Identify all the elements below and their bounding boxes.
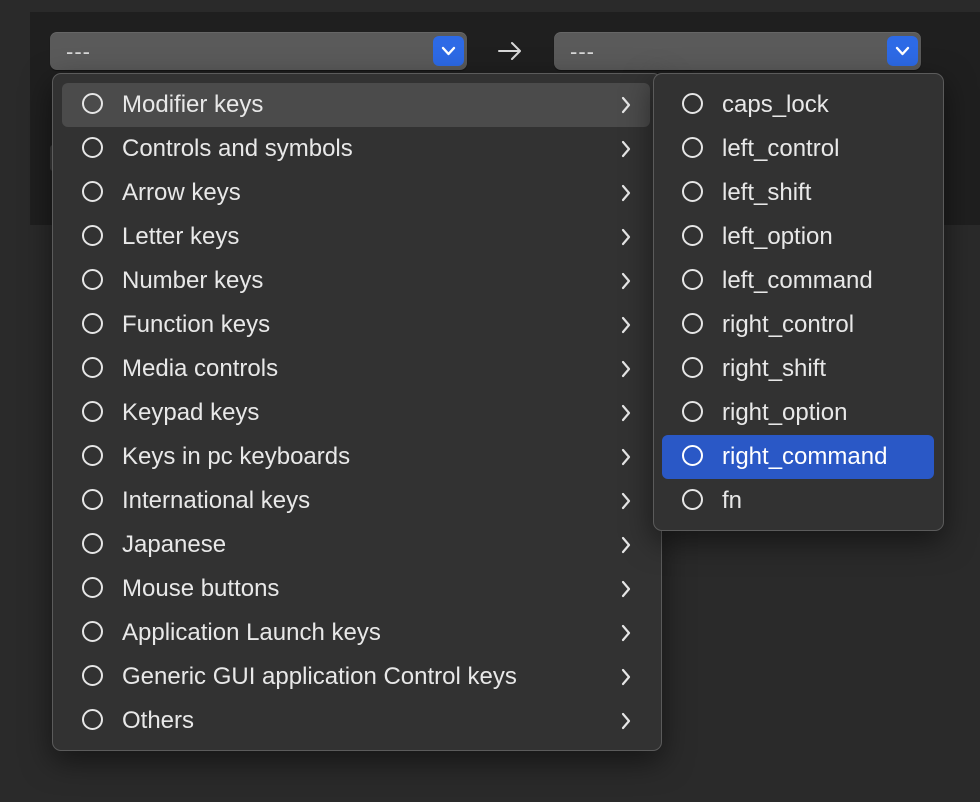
menu-item-label: Arrow keys xyxy=(122,179,241,206)
radio-icon xyxy=(82,137,103,158)
radio-icon xyxy=(682,445,703,466)
chevron-right-icon xyxy=(620,360,632,383)
chevron-right-icon xyxy=(620,404,632,427)
from-key-value: --- xyxy=(66,39,91,64)
radio-icon xyxy=(82,533,103,554)
radio-icon xyxy=(682,93,703,114)
chevron-right-icon xyxy=(620,96,632,119)
menu-item-keys-in-pc-keyboards[interactable]: Keys in pc keyboards xyxy=(62,435,650,479)
chevron-right-icon xyxy=(620,184,632,207)
menu-item-modifier-keys[interactable]: Modifier keys xyxy=(62,83,650,127)
radio-icon xyxy=(82,665,103,686)
radio-icon xyxy=(82,181,103,202)
menu-item-application-launch-keys[interactable]: Application Launch keys xyxy=(62,611,650,655)
submenu-item-label: left_option xyxy=(722,223,833,250)
radio-icon xyxy=(82,269,103,290)
chevron-right-icon xyxy=(620,580,632,603)
menu-item-label: Keypad keys xyxy=(122,399,260,426)
radio-icon xyxy=(82,401,103,422)
menu-item-label: Function keys xyxy=(122,311,271,338)
arrow-right-icon xyxy=(495,37,525,70)
chevron-right-icon xyxy=(620,316,632,339)
menu-item-others[interactable]: Others xyxy=(62,699,650,743)
chevron-right-icon xyxy=(620,140,632,163)
menu-item-japanese[interactable]: Japanese xyxy=(62,523,650,567)
to-key-value: --- xyxy=(570,39,595,64)
chevron-right-icon xyxy=(620,712,632,735)
menu-item-label: Application Launch keys xyxy=(122,619,381,646)
radio-icon xyxy=(82,357,103,378)
menu-item-label: Modifier keys xyxy=(122,91,264,118)
menu-item-label: Letter keys xyxy=(122,223,240,250)
radio-icon xyxy=(682,225,703,246)
submenu-item-left-command[interactable]: left_command xyxy=(662,259,934,303)
menu-item-keypad-keys[interactable]: Keypad keys xyxy=(62,391,650,435)
submenu-item-label: caps_lock xyxy=(722,91,829,118)
submenu-item-right-shift[interactable]: right_shift xyxy=(662,347,934,391)
chevron-right-icon xyxy=(620,448,632,471)
menu-item-controls-and-symbols[interactable]: Controls and symbols xyxy=(62,127,650,171)
menu-item-international-keys[interactable]: International keys xyxy=(62,479,650,523)
from-key-select[interactable]: --- xyxy=(50,32,467,70)
chevron-right-icon xyxy=(620,492,632,515)
submenu-item-label: fn xyxy=(722,487,743,514)
menu-item-label: Mouse buttons xyxy=(122,575,280,602)
modifier-keys-submenu: caps_lock left_control left_shift left_o… xyxy=(653,73,944,531)
chevron-down-icon[interactable] xyxy=(433,36,464,66)
radio-icon xyxy=(82,577,103,598)
submenu-item-left-option[interactable]: left_option xyxy=(662,215,934,259)
submenu-item-caps-lock[interactable]: caps_lock xyxy=(662,83,934,127)
menu-item-label: Japanese xyxy=(122,531,227,558)
radio-icon xyxy=(82,225,103,246)
submenu-item-label: right_command xyxy=(722,443,888,470)
menu-item-label: International keys xyxy=(122,487,311,514)
menu-item-number-keys[interactable]: Number keys xyxy=(62,259,650,303)
menu-item-mouse-buttons[interactable]: Mouse buttons xyxy=(62,567,650,611)
chevron-right-icon xyxy=(620,272,632,295)
menu-item-label: Keys in pc keyboards xyxy=(122,443,351,470)
menu-item-letter-keys[interactable]: Letter keys xyxy=(62,215,650,259)
submenu-item-label: right_shift xyxy=(722,355,827,382)
submenu-item-label: left_shift xyxy=(722,179,812,206)
radio-icon xyxy=(682,401,703,422)
submenu-item-fn[interactable]: fn xyxy=(662,479,934,523)
chevron-right-icon xyxy=(620,668,632,691)
submenu-item-label: left_command xyxy=(722,267,873,294)
menu-item-label: Media controls xyxy=(122,355,279,382)
submenu-item-label: left_control xyxy=(722,135,840,162)
radio-icon xyxy=(82,489,103,510)
menu-item-arrow-keys[interactable]: Arrow keys xyxy=(62,171,650,215)
menu-item-media-controls[interactable]: Media controls xyxy=(62,347,650,391)
radio-icon xyxy=(682,137,703,158)
menu-item-generic-gui-control-keys[interactable]: Generic GUI application Control keys xyxy=(62,655,650,699)
menu-item-label: Number keys xyxy=(122,267,264,294)
chevron-down-icon[interactable] xyxy=(887,36,918,66)
chevron-right-icon xyxy=(620,228,632,251)
submenu-item-left-control[interactable]: left_control xyxy=(662,127,934,171)
menu-item-function-keys[interactable]: Function keys xyxy=(62,303,650,347)
menu-item-label: Others xyxy=(122,707,195,734)
chevron-right-icon xyxy=(620,536,632,559)
radio-icon xyxy=(682,269,703,290)
radio-icon xyxy=(82,93,103,114)
radio-icon xyxy=(682,181,703,202)
radio-icon xyxy=(82,445,103,466)
key-category-menu: Modifier keys Controls and symbols Arrow… xyxy=(52,73,662,751)
to-key-select[interactable]: --- xyxy=(554,32,921,70)
chevron-right-icon xyxy=(620,624,632,647)
radio-icon xyxy=(682,489,703,510)
radio-icon xyxy=(82,709,103,730)
submenu-item-right-control[interactable]: right_control xyxy=(662,303,934,347)
menu-item-label: Controls and symbols xyxy=(122,135,353,162)
radio-icon xyxy=(82,313,103,334)
radio-icon xyxy=(682,313,703,334)
radio-icon xyxy=(82,621,103,642)
submenu-item-label: right_option xyxy=(722,399,848,426)
submenu-item-right-command[interactable]: right_command xyxy=(662,435,934,479)
radio-icon xyxy=(682,357,703,378)
submenu-item-label: right_control xyxy=(722,311,855,338)
menu-item-label: Generic GUI application Control keys xyxy=(122,663,517,690)
submenu-item-right-option[interactable]: right_option xyxy=(662,391,934,435)
submenu-item-left-shift[interactable]: left_shift xyxy=(662,171,934,215)
